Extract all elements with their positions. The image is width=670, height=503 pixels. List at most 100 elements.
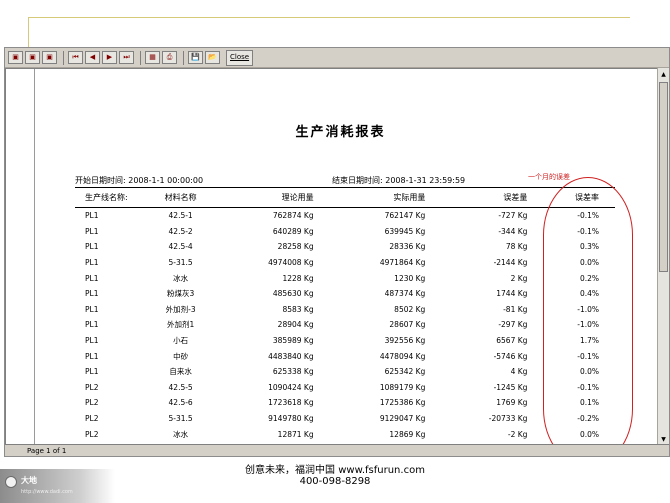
table-row: PL1 自来水 625338 Kg 625342 Kg 4 Kg 0.0%: [75, 364, 615, 380]
table-row: PL1 小石 385989 Kg 392556 Kg 6567 Kg 1.7%: [75, 333, 615, 349]
cell-actual: 639945 Kg: [384, 226, 426, 236]
cell-theoretical: 1228 Kg: [282, 273, 314, 283]
cell-material: 冰水: [173, 429, 189, 439]
cell-material: 粉煤灰3: [166, 289, 195, 299]
cell-error: -1245 Kg: [493, 382, 528, 392]
cell-actual: 1725386 Kg: [379, 398, 426, 408]
print-setup-icon[interactable]: ▦: [145, 51, 160, 64]
cell-error: 4 Kg: [510, 367, 528, 377]
close-button[interactable]: Close: [226, 49, 254, 66]
cell-theoretical: 1723618 Kg: [268, 398, 314, 408]
viewer-toolbar: ▣ ▣ ▣ ⏮ ◀ ▶ ⏭ ▦ ⎙ 💾 📂 Close: [5, 48, 669, 68]
open-icon[interactable]: 📂: [205, 51, 220, 64]
cell-material: 42.5-5: [168, 382, 193, 392]
cell-actual: 487374 Kg: [384, 289, 426, 299]
next-page-icon[interactable]: ▶: [102, 51, 117, 64]
cell-actual: 625342 Kg: [384, 367, 426, 377]
cell-error: -81 Kg: [503, 304, 528, 314]
cell-theoretical: 4974008 Kg: [268, 258, 314, 268]
cell-actual: 28607 Kg: [389, 320, 426, 330]
cell-error: 6567 Kg: [496, 336, 528, 346]
start-date-value: 2008-1-1 00:00:00: [128, 176, 204, 185]
view-single-page-icon[interactable]: ▣: [8, 51, 23, 64]
start-date: 开始日期时间: 2008-1-1 00:00:00: [75, 175, 203, 186]
col-theoretical: 理论用量: [218, 187, 322, 208]
report-viewer-window: ▣ ▣ ▣ ⏮ ◀ ▶ ⏭ ▦ ⎙ 💾 📂 Close 生产消耗报表 开始日期时…: [4, 47, 670, 457]
slide-decor-line: [28, 17, 630, 18]
cell-line: PL2: [85, 398, 99, 408]
cell-material: 冰水: [173, 273, 189, 283]
table-row: PL2 42.5-5 1090424 Kg 1089179 Kg -1245 Kg -0.…: [75, 380, 615, 396]
end-date: 结束日期时间: 2008-1-31 23:59:59: [332, 175, 465, 186]
handwritten-annotation: 一个月的误差: [528, 173, 570, 181]
slide-footer-line2: 400-098-8298: [299, 476, 371, 487]
cell-theoretical: 485630 Kg: [272, 289, 314, 299]
cell-theoretical: 9149780 Kg: [268, 414, 314, 424]
toolbar-separator: [63, 50, 64, 65]
cell-error: -5746 Kg: [493, 351, 528, 361]
cell-material: 小石: [173, 336, 189, 346]
cell-theoretical: 8583 Kg: [282, 304, 314, 314]
cell-error: 2 Kg: [510, 273, 528, 283]
table-row: PL1 粉煤灰3 485630 Kg 487374 Kg 1744 Kg 0.4%: [75, 286, 615, 302]
cell-error: -727 Kg: [498, 211, 528, 221]
table-row: PL1 42.5-4 28258 Kg 28336 Kg 78 Kg 0.3%: [75, 239, 615, 255]
table-row: PL1 外加剂-3 8583 Kg 8502 Kg -81 Kg -1.0%: [75, 302, 615, 318]
last-page-icon[interactable]: ⏭: [119, 51, 134, 64]
print-icon[interactable]: ⎙: [162, 51, 177, 64]
vertical-scrollbar[interactable]: ▲ ▼: [657, 68, 669, 446]
report-title: 生产消耗报表: [295, 125, 386, 140]
table-row: PL1 42.5-2 640289 Kg 639945 Kg -344 Kg -0.1%: [75, 224, 615, 240]
cell-line: PL1: [85, 289, 99, 299]
report-preview-area: 生产消耗报表 开始日期时间: 2008-1-1 00:00:00 结束日期时间:…: [5, 68, 659, 446]
cell-theoretical: 762874 Kg: [272, 211, 314, 221]
cell-error: -2144 Kg: [493, 258, 528, 268]
cell-theoretical: 640289 Kg: [272, 226, 314, 236]
cell-theoretical: 625338 Kg: [272, 367, 314, 377]
table-row: PL2 冰水 12871 Kg 12869 Kg -2 Kg 0.0%: [75, 426, 615, 442]
table-row: PL1 5-31.5 4974008 Kg 4971864 Kg -2144 Kg 0.0…: [75, 255, 615, 271]
cell-line: PL1: [85, 320, 99, 330]
table-row: PL1 外加剂1 28904 Kg 28607 Kg -297 Kg -1.0%: [75, 317, 615, 333]
cell-theoretical: 28904 Kg: [277, 320, 314, 330]
first-page-icon[interactable]: ⏮: [68, 51, 83, 64]
cell-actual: 762147 Kg: [384, 211, 426, 221]
cell-line: PL1: [85, 367, 99, 377]
view-multi-page-icon[interactable]: ▣: [42, 51, 57, 64]
toolbar-separator: [140, 50, 141, 65]
cell-material: 外加剂1: [166, 320, 195, 330]
cell-line: PL1: [85, 351, 99, 361]
cell-actual: 1089179 Kg: [379, 382, 426, 392]
table-row: PL2 5-31.5 9149780 Kg 9129047 Kg -20733 Kg -0…: [75, 411, 615, 427]
cell-actual: 392556 Kg: [384, 336, 426, 346]
cell-material: 5-31.5: [168, 258, 193, 268]
cell-material: 42.5-2: [168, 226, 193, 236]
table-row: PL1 42.5-1 762874 Kg 762147 Kg -727 Kg -0.1%: [75, 208, 615, 224]
cell-theoretical: 28258 Kg: [277, 242, 314, 252]
save-icon[interactable]: 💾: [188, 51, 203, 64]
scroll-thumb[interactable]: [659, 82, 668, 272]
cell-actual: 4971864 Kg: [379, 258, 426, 268]
logo-url: http://www.dadi.com: [21, 489, 73, 495]
cell-line: PL1: [85, 226, 99, 236]
cell-error: -2 Kg: [507, 429, 528, 439]
col-error-amount: 误差量: [433, 187, 534, 208]
end-date-label: 结束日期时间:: [332, 176, 386, 185]
page-indicator: Page 1 of 1: [27, 447, 67, 455]
cell-line: PL2: [85, 414, 99, 424]
annotation-circle: [543, 177, 633, 446]
cell-material: 5-31.5: [168, 414, 193, 424]
end-date-value: 2008-1-31 23:59:59: [385, 176, 466, 185]
scroll-up-icon[interactable]: ▲: [659, 69, 668, 80]
cell-line: PL1: [85, 211, 99, 221]
table-header-row: 生产线名称: 材料名称 理论用量 实际用量 误差量 误差率: [75, 187, 615, 208]
cell-error: 78 Kg: [505, 242, 528, 252]
prev-page-icon[interactable]: ◀: [85, 51, 100, 64]
cell-theoretical: 12871 Kg: [277, 429, 314, 439]
cell-actual: 1230 Kg: [394, 273, 426, 283]
cell-actual: 12869 Kg: [389, 429, 426, 439]
cell-material: 外加剂-3: [165, 304, 196, 314]
cell-actual: 28336 Kg: [389, 242, 426, 252]
toolbar-separator: [183, 50, 184, 65]
view-two-pages-icon[interactable]: ▣: [25, 51, 40, 64]
